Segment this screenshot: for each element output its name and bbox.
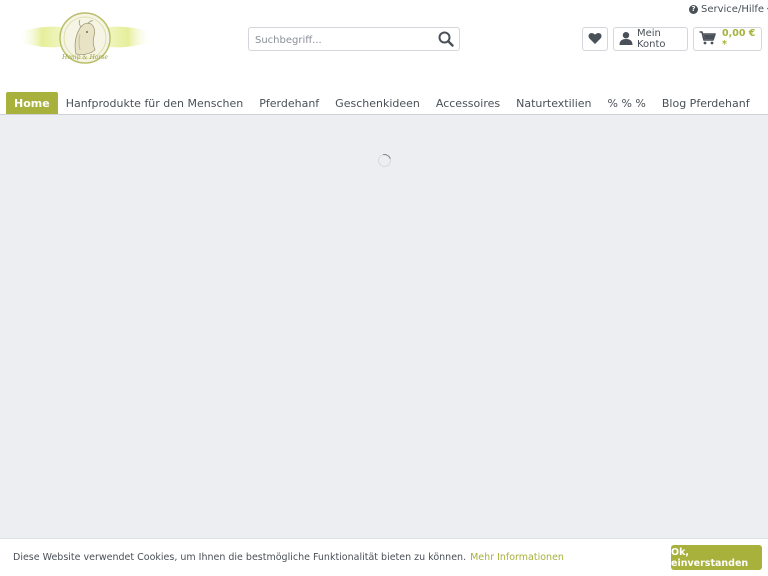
nav-item-accessoires[interactable]: Accessoires bbox=[428, 92, 508, 114]
wishlist-button[interactable] bbox=[582, 27, 608, 51]
account-button[interactable]: Mein Konto bbox=[613, 27, 688, 51]
search-box bbox=[248, 27, 460, 52]
search-icon[interactable] bbox=[437, 30, 455, 48]
main-navigation: Home Hanfprodukte für den Menschen Pferd… bbox=[0, 92, 768, 115]
cookie-banner: Diese Website verwendet Cookies, um Ihne… bbox=[0, 538, 768, 576]
nav-item-sale[interactable]: % % % bbox=[600, 92, 654, 114]
cart-icon bbox=[699, 30, 716, 48]
cart-price: 0,00 € * bbox=[722, 28, 756, 50]
search-input[interactable] bbox=[249, 29, 429, 52]
svg-text:Hemp & Horse: Hemp & Horse bbox=[61, 54, 108, 61]
nav-item-home[interactable]: Home bbox=[6, 92, 58, 114]
nav-item-hanfprodukte[interactable]: Hanfprodukte für den Menschen bbox=[58, 92, 252, 114]
nav-item-naturtextilien[interactable]: Naturtextilien bbox=[508, 92, 599, 114]
loading-spinner-icon bbox=[375, 151, 394, 170]
cart-button[interactable]: 0,00 € * bbox=[693, 27, 762, 51]
question-icon: ? bbox=[689, 5, 698, 14]
service-help-label: Service/Hilfe bbox=[701, 4, 765, 15]
account-label: Mein Konto bbox=[637, 28, 666, 50]
nav-item-geschenkideen[interactable]: Geschenkideen bbox=[327, 92, 428, 114]
user-icon bbox=[619, 31, 637, 48]
heart-icon bbox=[588, 30, 602, 49]
header: ? Service/Hilfe Hemp & Horse Suchbegriff… bbox=[0, 0, 768, 115]
logo[interactable]: Hemp & Horse bbox=[18, 10, 152, 66]
service-help-menu[interactable]: ? Service/Hilfe bbox=[689, 4, 768, 15]
nav-item-pferdehanf[interactable]: Pferdehanf bbox=[251, 92, 327, 114]
nav-item-blog[interactable]: Blog Pferdehanf bbox=[654, 92, 758, 114]
cookie-more-info-link[interactable]: Mehr Informationen bbox=[470, 552, 564, 563]
cookie-text: Diese Website verwendet Cookies, um Ihne… bbox=[13, 552, 467, 563]
cookie-accept-button[interactable]: Ok, einverstanden bbox=[671, 545, 762, 570]
